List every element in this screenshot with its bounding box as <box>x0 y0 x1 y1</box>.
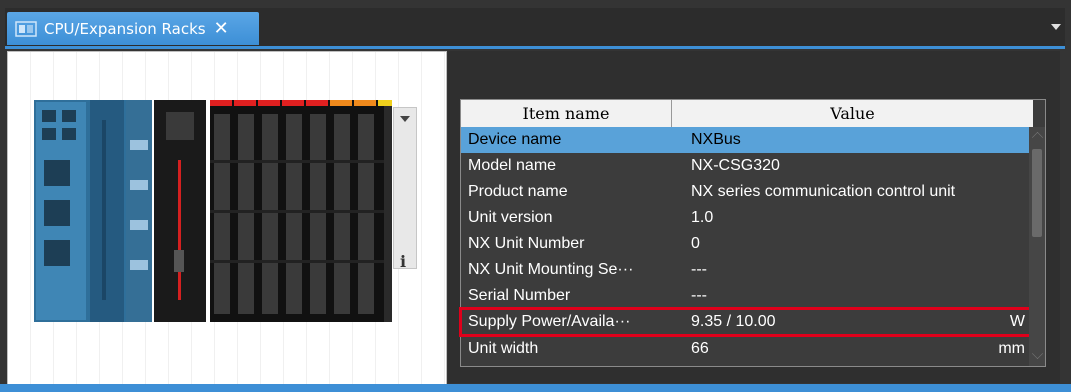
row-value: NXBus <box>691 131 741 148</box>
scrollbar-thumb[interactable] <box>1032 149 1042 237</box>
vertical-scrollbar[interactable] <box>1029 127 1045 366</box>
properties-table: Item name Value Device name NXBus Model … <box>459 99 1046 367</box>
table-row[interactable]: Model name NX-CSG320 <box>461 153 1031 179</box>
row-name: Unit version <box>468 209 553 226</box>
row-value: 66 <box>691 340 709 357</box>
row-name: Unit width <box>468 340 539 357</box>
table-row[interactable]: NX Unit Mounting Se··· --- <box>461 257 1031 283</box>
rack-icon <box>15 20 37 38</box>
row-value: --- <box>691 261 707 278</box>
table-row[interactable]: Unit version 1.0 <box>461 205 1031 231</box>
row-unit: W <box>1009 313 1025 330</box>
row-value: 0 <box>691 235 700 252</box>
bottom-accent-bar <box>0 384 1071 392</box>
row-value: NX series communication control unit <box>691 183 956 200</box>
table-row[interactable]: Product name NX series communication con… <box>461 179 1031 205</box>
column-header-value[interactable]: Value <box>672 100 1033 128</box>
row-unit: mm <box>998 340 1025 357</box>
rack-image[interactable] <box>34 100 392 322</box>
tab-bar: CPU/Expansion Racks ✕ <box>5 8 1065 49</box>
column-header-item-name[interactable]: Item name <box>461 100 672 128</box>
tab-label: CPU/Expansion Racks <box>44 19 206 38</box>
chevron-down-icon[interactable] <box>1051 24 1061 30</box>
rack-view: i <box>7 51 447 385</box>
rack-dropdown[interactable] <box>393 107 417 269</box>
tab-cpu-expansion-racks[interactable]: CPU/Expansion Racks ✕ <box>7 12 259 45</box>
row-value: 9.35 / 10.00 <box>691 313 776 330</box>
row-name: Model name <box>468 157 557 174</box>
row-name: Serial Number <box>468 287 571 304</box>
row-value: --- <box>691 287 707 304</box>
chevron-down-icon <box>400 116 410 122</box>
table-row[interactable]: Serial Number --- <box>461 283 1031 309</box>
row-name: NX Unit Number <box>468 235 585 252</box>
info-icon[interactable]: i <box>400 252 406 271</box>
table-row[interactable]: NX Unit Number 0 <box>461 231 1031 257</box>
row-name: Device name <box>468 131 562 148</box>
table-row-highlighted[interactable]: Supply Power/Availa··· 9.35 / 10.00 W <box>459 307 1033 337</box>
table-row[interactable]: Unit width 66 mm <box>461 336 1031 362</box>
row-value: 1.0 <box>691 209 714 226</box>
row-name: Supply Power/Availa··· <box>468 313 631 330</box>
properties-panel: Item name Value Device name NXBus Model … <box>448 51 1060 383</box>
row-value: NX-CSG320 <box>691 157 780 174</box>
close-icon[interactable]: ✕ <box>214 18 229 39</box>
row-name: Product name <box>468 183 568 200</box>
row-name: NX Unit Mounting Se··· <box>468 261 634 278</box>
scroll-down-icon[interactable] <box>1031 347 1044 360</box>
scroll-up-icon[interactable] <box>1031 131 1044 144</box>
window-frame: CPU/Expansion Racks ✕ i Item name Value … <box>0 0 1071 392</box>
table-row[interactable]: Device name NXBus <box>461 127 1031 153</box>
